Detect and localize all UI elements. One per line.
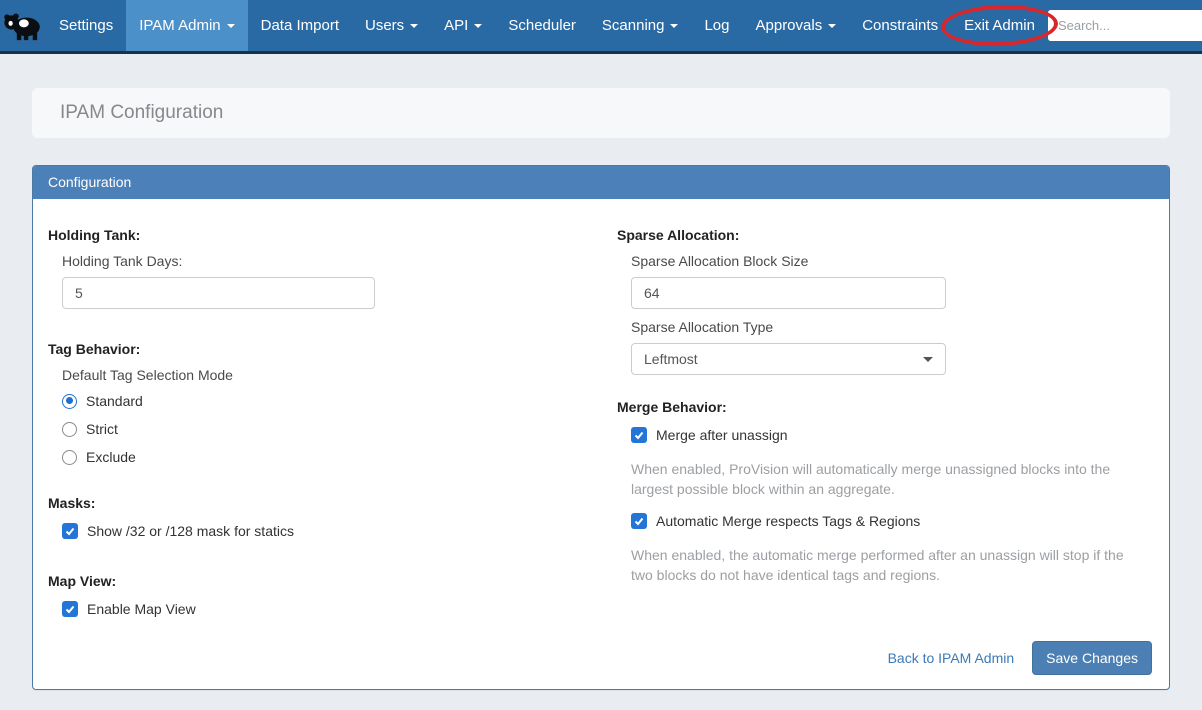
nav-item-approvals[interactable]: Approvals: [743, 0, 850, 51]
page-container: IPAM Configuration Configuration Holding…: [32, 88, 1170, 690]
nav-item-scheduler[interactable]: Scheduler: [495, 0, 589, 51]
chevron-down-icon: [670, 24, 678, 28]
nav-label: Settings: [59, 17, 113, 34]
nav-item-settings[interactable]: Settings: [46, 0, 126, 51]
radio-label: Standard: [86, 393, 143, 409]
merge-after-unassign-help: When enabled, ProVision will automatical…: [631, 459, 1143, 499]
checkbox-label: Merge after unassign: [656, 427, 788, 443]
nav-label: Scanning: [602, 17, 665, 34]
nav-item-exit-admin[interactable]: Exit Admin: [951, 0, 1048, 51]
nav-label: Data Import: [261, 17, 339, 34]
nav-item-scanning[interactable]: Scanning: [589, 0, 692, 51]
right-column: Sparse Allocation: Sparse Allocation Blo…: [617, 227, 1154, 627]
back-to-ipam-admin-link[interactable]: Back to IPAM Admin: [888, 650, 1015, 666]
checkbox-checked-icon[interactable]: [62, 523, 78, 539]
map-view-heading: Map View:: [48, 573, 617, 589]
checkbox-label: Enable Map View: [87, 601, 196, 617]
panel-body: Holding Tank: Holding Tank Days: Tag Beh…: [33, 199, 1169, 689]
checkbox-merge-after-unassign[interactable]: Merge after unassign: [631, 425, 1154, 445]
nav-label: Log: [704, 17, 729, 34]
search-group: [1048, 10, 1202, 41]
radio-label: Strict: [86, 421, 118, 437]
nav-label: API: [444, 17, 468, 34]
sparse-allocation-type-select[interactable]: Leftmost: [631, 343, 946, 375]
select-value: Leftmost: [644, 351, 698, 367]
holding-tank-days-label: Holding Tank Days:: [62, 253, 617, 269]
radio-strict[interactable]: Strict: [62, 419, 617, 439]
nav-label: Approvals: [756, 17, 823, 34]
two-column-layout: Holding Tank: Holding Tank Days: Tag Beh…: [48, 227, 1154, 627]
sparse-type-label: Sparse Allocation Type: [631, 319, 1154, 335]
nav-label: Exit Admin: [964, 17, 1035, 34]
page-header: IPAM Configuration: [32, 88, 1170, 138]
chevron-down-icon: [828, 24, 836, 28]
checkbox-label: Automatic Merge respects Tags & Regions: [656, 513, 920, 529]
navbar-right-group: [1048, 0, 1202, 51]
sparse-allocation-heading: Sparse Allocation:: [617, 227, 1154, 243]
nav-label: Scheduler: [508, 17, 576, 34]
select-caret-icon: [923, 357, 933, 362]
search-input[interactable]: [1048, 10, 1202, 41]
radio-label: Exclude: [86, 449, 136, 465]
masks-heading: Masks:: [48, 495, 617, 511]
checkbox-checked-icon[interactable]: [62, 601, 78, 617]
nav-item-ipam-admin[interactable]: IPAM Admin: [126, 0, 247, 51]
chevron-down-icon: [410, 24, 418, 28]
nav-label: Constraints: [862, 17, 938, 34]
radio-standard[interactable]: Standard: [62, 391, 617, 411]
automatic-merge-help: When enabled, the automatic merge perfor…: [631, 545, 1143, 585]
nav-label: IPAM Admin: [139, 17, 220, 34]
sparse-block-size-input[interactable]: [631, 277, 946, 309]
radio-button-icon[interactable]: [62, 450, 77, 465]
checkbox-checked-icon[interactable]: [631, 427, 647, 443]
app-logo[interactable]: [0, 0, 46, 51]
checkbox-checked-icon[interactable]: [631, 513, 647, 529]
nav-item-users[interactable]: Users: [352, 0, 431, 51]
radio-button-icon[interactable]: [62, 422, 77, 437]
default-tag-selection-mode-label: Default Tag Selection Mode: [62, 367, 617, 383]
panel-header: Configuration: [33, 166, 1169, 199]
radio-button-icon[interactable]: [62, 394, 77, 409]
nav-item-data-import[interactable]: Data Import: [248, 0, 352, 51]
panel-footer: Back to IPAM Admin Save Changes: [48, 641, 1154, 675]
save-changes-button[interactable]: Save Changes: [1032, 641, 1152, 675]
holding-tank-heading: Holding Tank:: [48, 227, 617, 243]
top-navbar: Settings IPAM Admin Data Import Users AP…: [0, 0, 1202, 54]
radio-exclude[interactable]: Exclude: [62, 447, 617, 467]
left-column: Holding Tank: Holding Tank Days: Tag Beh…: [48, 227, 617, 627]
checkbox-show-mask-statics[interactable]: Show /32 or /128 mask for statics: [62, 521, 617, 541]
nav-item-log[interactable]: Log: [691, 0, 742, 51]
checkbox-label: Show /32 or /128 mask for statics: [87, 523, 294, 539]
merge-behavior-heading: Merge Behavior:: [617, 399, 1154, 415]
panda-logo-icon: [0, 8, 46, 44]
checkbox-enable-map-view[interactable]: Enable Map View: [62, 599, 617, 619]
chevron-down-icon: [227, 24, 235, 28]
configuration-panel: Configuration Holding Tank: Holding Tank…: [32, 165, 1170, 690]
chevron-down-icon: [474, 24, 482, 28]
nav-item-api[interactable]: API: [431, 0, 495, 51]
nav-label: Users: [365, 17, 404, 34]
holding-tank-days-input[interactable]: [62, 277, 375, 309]
tag-behavior-heading: Tag Behavior:: [48, 341, 617, 357]
page-title: IPAM Configuration: [60, 102, 223, 124]
checkbox-automatic-merge-tags-regions[interactable]: Automatic Merge respects Tags & Regions: [631, 511, 1154, 531]
sparse-block-size-label: Sparse Allocation Block Size: [631, 253, 1154, 269]
nav-item-constraints[interactable]: Constraints: [849, 0, 951, 51]
